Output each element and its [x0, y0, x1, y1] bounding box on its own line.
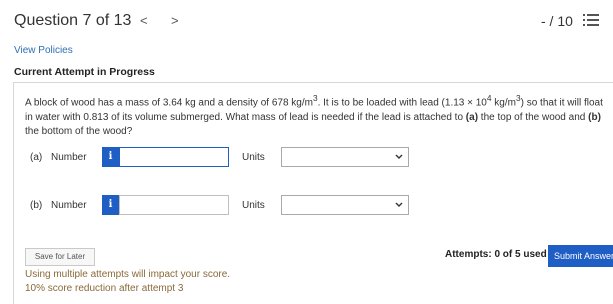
part-b-units-select[interactable]	[281, 195, 409, 215]
part-b-units-label: Units	[242, 200, 265, 211]
part-a-units-label: Units	[242, 152, 265, 163]
attempts-note: Using multiple attempts will impact your…	[25, 269, 231, 280]
chevron-down-icon	[395, 154, 403, 159]
score-reduction-note: 10% score reduction after attempt 3	[25, 283, 184, 294]
part-a-number-label: Number	[51, 152, 87, 163]
previous-question-button[interactable]: <	[140, 13, 148, 28]
part-b-label: (b)	[30, 200, 43, 211]
score-display: - / 10	[541, 13, 573, 29]
part-a-units-select[interactable]	[281, 147, 409, 167]
question-text: A block of wood has a mass of 3.64 kg an…	[25, 93, 603, 138]
attempt-heading: Current Attempt in Progress	[14, 66, 155, 78]
question-title: Question 7 of 13	[14, 12, 132, 29]
part-b-number-input[interactable]	[119, 195, 229, 215]
next-question-button[interactable]: >	[171, 13, 179, 28]
header: Question 7 of 13 < > - / 10	[0, 0, 613, 40]
part-b-number-label: Number	[51, 200, 87, 211]
list-icon[interactable]	[583, 13, 599, 27]
submit-answer-button[interactable]: Submit Answer	[548, 245, 613, 267]
chevron-down-icon	[395, 202, 403, 207]
part-a-label: (a)	[30, 152, 43, 163]
view-policies-link[interactable]: View Policies	[14, 45, 73, 56]
save-for-later-button[interactable]: Save for Later	[25, 248, 95, 266]
attempts-counter: Attempts: 0 of 5 used	[445, 249, 547, 260]
part-a-number-input[interactable]	[119, 147, 229, 167]
info-icon[interactable]: i	[102, 147, 119, 167]
info-icon[interactable]: i	[102, 195, 119, 215]
